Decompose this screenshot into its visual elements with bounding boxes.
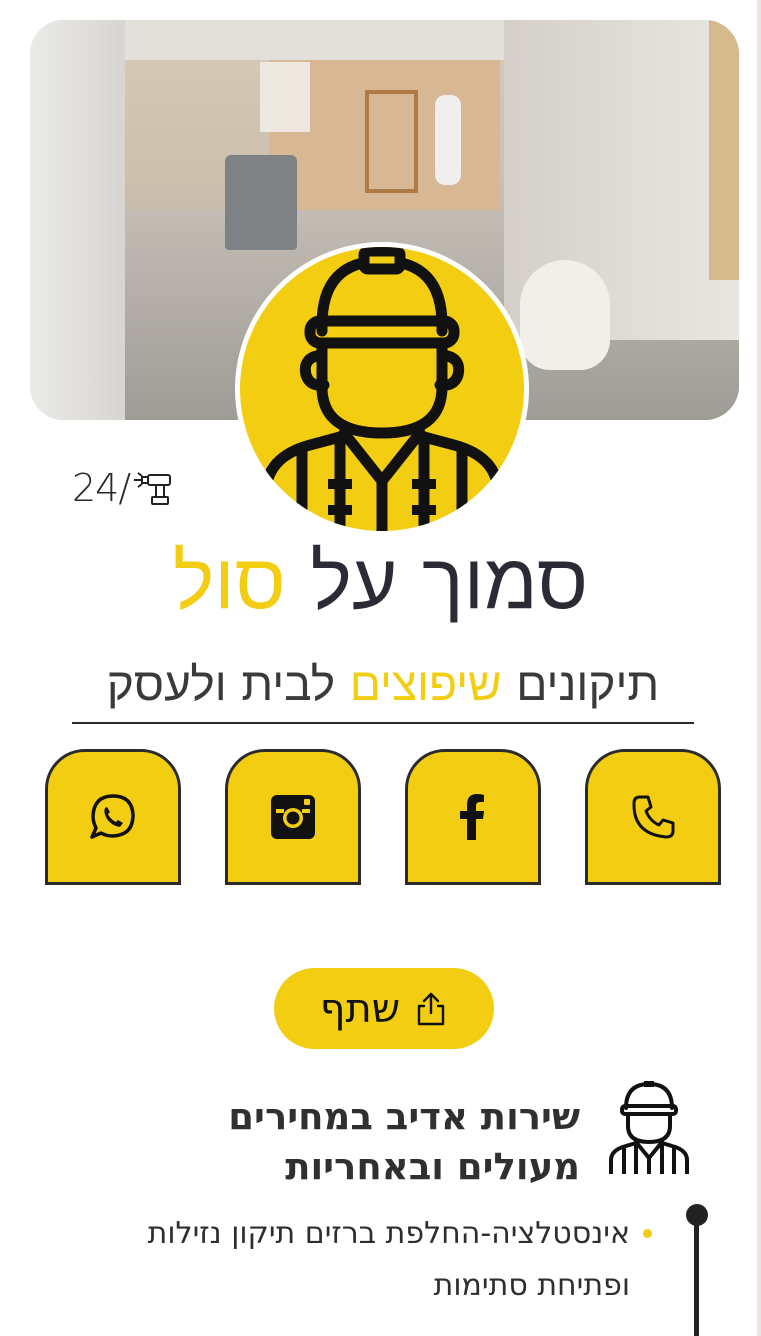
share-label: שתף (319, 985, 401, 1032)
timeline-line (694, 1214, 699, 1336)
timeline-dot (686, 1204, 708, 1226)
bullet-dot (643, 1229, 652, 1238)
whatsapp-button[interactable] (45, 749, 181, 885)
share-icon (417, 992, 445, 1025)
whatsapp-icon (90, 794, 135, 839)
subtitle-part1: תיקונים (501, 657, 660, 711)
business-card: 24/ סמוך על סול תיקונים שיפוצים לבית ולע… (0, 0, 757, 1336)
service-bullet: אינסטלציה-החלפת ברזים תיקון נזילות ופתיח… (70, 1208, 630, 1312)
facebook-icon (460, 794, 484, 840)
service-heading-line2: מעולים ובאחריות (285, 1145, 580, 1188)
avatar (235, 242, 529, 536)
business-title: סמוך על סול (0, 532, 757, 632)
service-heading: שירות אדיב במחירים מעולים ובאחריות (150, 1092, 580, 1192)
construction-worker-icon (260, 247, 504, 531)
service-bullet-line1: אינסטלציה-החלפת ברזים תיקון נזילות (147, 1216, 630, 1251)
subtitle-part2: לבית ולעסק (106, 657, 350, 711)
service-bullet-line2: ופתיחת סתימות (433, 1268, 630, 1303)
title-accent: סול (173, 537, 286, 627)
facebook-button[interactable] (405, 749, 541, 885)
subtitle-accent: שיפוצים (349, 657, 502, 711)
instagram-button[interactable] (225, 749, 361, 885)
title-main: סמוך על (285, 537, 588, 627)
phone-button[interactable] (585, 749, 721, 885)
worker-outline-icon (609, 1081, 689, 1174)
instagram-icon (271, 795, 315, 839)
hours-badge: 24/ (72, 466, 174, 510)
hours-label: 24/ (72, 466, 131, 510)
business-subtitle: תיקונים שיפוצים לבית ולעסק (72, 652, 694, 724)
service-heading-line1: שירות אדיב במחירים (228, 1095, 580, 1138)
drill-icon (134, 472, 172, 505)
phone-icon (632, 795, 675, 839)
share-button[interactable]: שתף (274, 968, 494, 1049)
